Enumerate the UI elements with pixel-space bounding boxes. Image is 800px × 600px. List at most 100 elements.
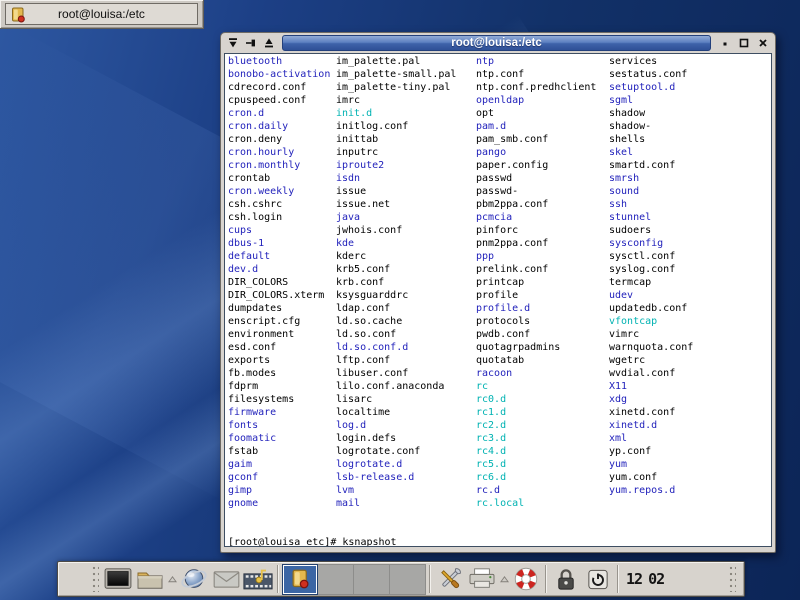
terminal-launcher-button[interactable] — [102, 564, 134, 594]
file-entry: vimrc — [609, 328, 693, 341]
file-entry: passwd- — [476, 185, 596, 198]
file-entry: lilo.conf.anaconda — [336, 380, 456, 393]
help-button[interactable] — [510, 564, 542, 594]
file-entry: cron.monthly — [228, 159, 330, 172]
file-entry: im_palette.pal — [336, 55, 456, 68]
terminal-content[interactable]: bluetoothbonobo-activationcdrecord.confc… — [224, 53, 772, 547]
file-entry: kde — [336, 237, 456, 250]
file-entry: warnquota.conf — [609, 341, 693, 354]
file-entry: gconf — [228, 471, 330, 484]
file-entry: gimp — [228, 484, 330, 497]
file-entry: updatedb.conf — [609, 302, 693, 315]
logout-button[interactable] — [582, 564, 614, 594]
file-entry: sound — [609, 185, 693, 198]
shade-icon[interactable] — [225, 36, 241, 51]
file-entry: esd.conf — [228, 341, 330, 354]
taskbar-slot-active-konsole[interactable] — [282, 564, 318, 595]
panel-expander-right[interactable] — [498, 564, 510, 594]
file-entry: dumpdates — [228, 302, 330, 315]
file-listing-column-2: im_palette.palim_palette-small.palim_pal… — [336, 55, 456, 510]
file-entry: smrsh — [609, 172, 693, 185]
home-folder-button[interactable] — [134, 564, 166, 594]
file-entry: services — [609, 55, 693, 68]
file-entry: lisarc — [336, 393, 456, 406]
lock-screen-button[interactable] — [550, 564, 582, 594]
multimedia-button[interactable] — [242, 564, 274, 594]
desktop: root@louisa:/etc root@louisa:/etc — [0, 0, 800, 600]
minimize-icon[interactable] — [717, 36, 733, 51]
taskbar-slot-empty — [354, 564, 390, 595]
file-entry: default — [228, 250, 330, 263]
file-entry: pam.d — [476, 120, 596, 133]
eject-icon[interactable] — [261, 36, 277, 51]
panel-clock[interactable]: 12 02 — [626, 570, 664, 588]
file-entry: environment — [228, 328, 330, 341]
tools-icon — [436, 565, 464, 593]
panel-separator — [277, 565, 279, 593]
maximize-icon[interactable] — [736, 36, 752, 51]
file-entry: wgetrc — [609, 354, 693, 367]
printer-button[interactable] — [466, 564, 498, 594]
titlebar-left-buttons — [225, 36, 277, 51]
file-entry: lsb-release.d — [336, 471, 456, 484]
file-entry: enscript.cfg — [228, 315, 330, 328]
file-entry: openldap — [476, 94, 596, 107]
file-listing-column-1: bluetoothbonobo-activationcdrecord.confc… — [228, 55, 330, 510]
file-entry: cron.daily — [228, 120, 330, 133]
file-listing-column-3: ntpntp.confntp.conf.predhclientopenldapo… — [476, 55, 596, 510]
globe-icon — [180, 566, 208, 592]
printer-icon — [468, 567, 496, 591]
email-button[interactable] — [210, 564, 242, 594]
file-entry: login.defs — [336, 432, 456, 445]
file-entry: rc5.d — [476, 458, 596, 471]
file-entry: yum.conf — [609, 471, 693, 484]
pin-icon[interactable] — [243, 36, 259, 51]
file-entry: ntp.conf — [476, 68, 596, 81]
file-entry: sestatus.conf — [609, 68, 693, 81]
file-entry: lvm — [336, 484, 456, 497]
file-entry: ld.so.cache — [336, 315, 456, 328]
file-entry: foomatic — [228, 432, 330, 445]
file-entry: xdg — [609, 393, 693, 406]
web-browser-button[interactable] — [178, 564, 210, 594]
panel-grip-right[interactable] — [729, 566, 736, 592]
file-entry: pcmcia — [476, 211, 596, 224]
file-entry: pwdb.conf — [476, 328, 596, 341]
file-entry: rc1.d — [476, 406, 596, 419]
file-entry: firmware — [228, 406, 330, 419]
system-tools-button[interactable] — [434, 564, 466, 594]
file-entry: fdprm — [228, 380, 330, 393]
file-entry: sudoers — [609, 224, 693, 237]
window-titlebar[interactable]: root@louisa:/etc — [221, 33, 775, 53]
panel-grip-left[interactable] — [92, 566, 99, 592]
file-entry: cron.hourly — [228, 146, 330, 159]
file-entry: csh.login — [228, 211, 330, 224]
file-entry: xinetd.conf — [609, 406, 693, 419]
file-entry: initlog.conf — [336, 120, 456, 133]
folder-icon — [136, 567, 164, 591]
panel-expander-left[interactable] — [166, 564, 178, 594]
file-entry: quotatab — [476, 354, 596, 367]
file-entry: dev.d — [228, 263, 330, 276]
file-entry: setuptool.d — [609, 81, 693, 94]
file-entry: profile — [476, 289, 596, 302]
file-entry: rc4.d — [476, 445, 596, 458]
file-entry: init.d — [336, 107, 456, 120]
file-entry: cpuspeed.conf — [228, 94, 330, 107]
file-entry: localtime — [336, 406, 456, 419]
window-title[interactable]: root@louisa:/etc — [282, 35, 711, 51]
file-entry: xinetd.d — [609, 419, 693, 432]
panel-separator — [617, 565, 619, 593]
file-entry: filesystems — [228, 393, 330, 406]
expander-arrow-icon — [500, 575, 509, 584]
close-icon[interactable] — [755, 36, 771, 51]
file-entry: cups — [228, 224, 330, 237]
taskbar-button-active[interactable]: root@louisa:/etc — [5, 3, 198, 25]
file-entry: exports — [228, 354, 330, 367]
file-entry: syslog.conf — [609, 263, 693, 276]
file-entry: cron.deny — [228, 133, 330, 146]
file-entry: pam_smb.conf — [476, 133, 596, 146]
file-entry: ssh — [609, 198, 693, 211]
window-title-text: root@louisa:/etc — [451, 37, 541, 49]
file-entry: protocols — [476, 315, 596, 328]
